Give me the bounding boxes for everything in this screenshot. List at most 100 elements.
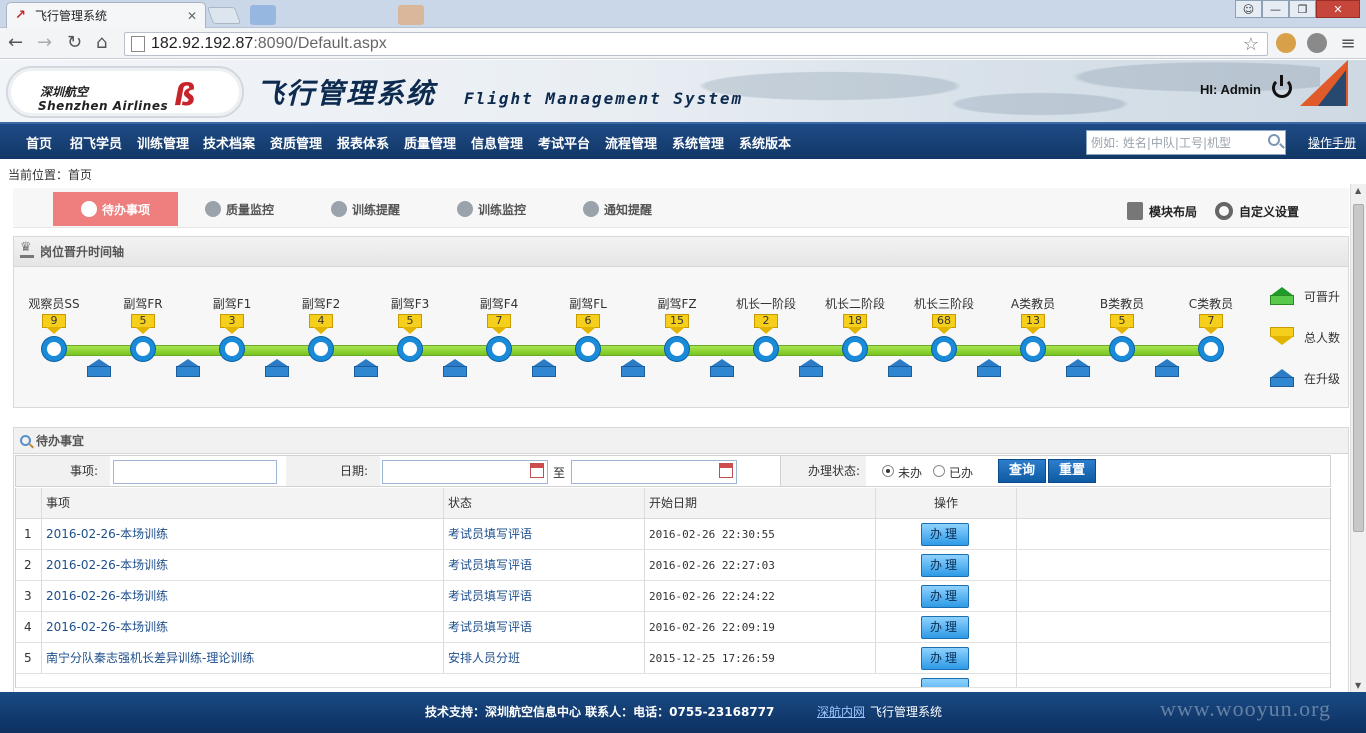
upgrading-marker[interactable] bbox=[86, 359, 111, 377]
upgrading-marker[interactable] bbox=[709, 359, 734, 377]
tab-close-icon[interactable]: ✕ bbox=[187, 9, 197, 23]
stage-count-badge[interactable]: 5 bbox=[1110, 314, 1134, 336]
stage-node[interactable] bbox=[576, 337, 600, 361]
stage-node[interactable] bbox=[1021, 337, 1045, 361]
tab-notice[interactable]: 通知提醒 bbox=[583, 192, 652, 226]
stage-node[interactable] bbox=[932, 337, 956, 361]
scroll-down-icon[interactable]: ▼ bbox=[1355, 681, 1361, 690]
footer-intranet-link[interactable]: 深航内网 bbox=[817, 703, 865, 720]
scroll-up-icon[interactable]: ▲ bbox=[1355, 186, 1361, 195]
tab-quality-monitor[interactable]: 质量监控 bbox=[205, 192, 274, 226]
tab-training-monitor[interactable]: 训练监控 bbox=[457, 192, 526, 226]
stage-count-badge[interactable]: 13 bbox=[1021, 314, 1045, 336]
forward-arrow-icon[interactable]: → bbox=[37, 32, 52, 54]
start-date-input[interactable] bbox=[382, 460, 548, 484]
module-layout-button[interactable]: 模块布局 bbox=[1127, 202, 1197, 220]
row-item[interactable]: 2016-02-26-本场训练 bbox=[42, 519, 444, 550]
stage-count-badge[interactable]: 6 bbox=[576, 314, 600, 336]
stage-count-badge[interactable]: 5 bbox=[398, 314, 422, 336]
home-icon[interactable]: ⌂ bbox=[96, 32, 107, 54]
nav-information[interactable]: 信息管理 bbox=[471, 133, 523, 152]
handle-button[interactable]: 办理 bbox=[921, 585, 969, 608]
search-icon[interactable] bbox=[1268, 134, 1280, 146]
scroll-thumb[interactable] bbox=[1353, 204, 1364, 532]
stage-node[interactable] bbox=[1110, 337, 1134, 361]
stage-count-badge[interactable]: 7 bbox=[487, 314, 511, 336]
stage-node[interactable] bbox=[1199, 337, 1223, 361]
nav-reports[interactable]: 报表体系 bbox=[337, 133, 389, 152]
stage-node[interactable] bbox=[754, 337, 778, 361]
upgrading-marker[interactable] bbox=[442, 359, 467, 377]
page-scrollbar[interactable]: ▲ ▼ bbox=[1350, 184, 1366, 692]
upgrading-marker[interactable] bbox=[887, 359, 912, 377]
background-tab-icon[interactable] bbox=[250, 5, 276, 25]
handle-button[interactable]: 办理 bbox=[921, 523, 969, 546]
table-row[interactable]: 4 2016-02-26-本场训练 考试员填写评语 2016-02-26 22:09:… bbox=[16, 612, 1330, 643]
stage-count-badge[interactable]: 2 bbox=[754, 314, 778, 336]
extension-icon[interactable] bbox=[1307, 33, 1327, 53]
upgrading-marker[interactable] bbox=[1154, 359, 1179, 377]
tab-todo[interactable]: 待办事项 bbox=[53, 192, 178, 226]
calendar-icon[interactable] bbox=[530, 463, 544, 478]
nav-workflow[interactable]: 流程管理 bbox=[605, 133, 657, 152]
manual-link[interactable]: 操作手册 bbox=[1308, 134, 1356, 151]
upgrading-marker[interactable] bbox=[620, 359, 645, 377]
stage-count-badge[interactable]: 68 bbox=[932, 314, 956, 336]
nav-training[interactable]: 训练管理 bbox=[137, 133, 189, 152]
upgrading-marker[interactable] bbox=[1065, 359, 1090, 377]
background-tab-icon[interactable] bbox=[398, 5, 424, 25]
stage-node[interactable] bbox=[42, 337, 66, 361]
nav-home[interactable]: 首页 bbox=[26, 133, 52, 152]
stage-count-badge[interactable]: 15 bbox=[665, 314, 689, 336]
stage-count-badge[interactable]: 5 bbox=[131, 314, 155, 336]
handle-button[interactable]: 办理 bbox=[921, 554, 969, 577]
nav-tech-records[interactable]: 技术档案 bbox=[203, 133, 255, 152]
stage-count-badge[interactable]: 3 bbox=[220, 314, 244, 336]
row-item[interactable]: 2016-02-26-本场训练 bbox=[42, 612, 444, 643]
table-row[interactable]: 5 南宁分队秦志强机长差异训练-理论训练 安排人员分班 2015-12-25 17:2… bbox=[16, 643, 1330, 674]
stage-node[interactable] bbox=[487, 337, 511, 361]
upgrading-marker[interactable] bbox=[798, 359, 823, 377]
upgrading-marker[interactable] bbox=[976, 359, 1001, 377]
user-icon[interactable]: ☺ bbox=[1235, 0, 1262, 18]
handle-button[interactable] bbox=[921, 678, 969, 687]
end-date-input[interactable] bbox=[571, 460, 737, 484]
minimize-button[interactable]: — bbox=[1262, 0, 1289, 18]
menu-icon[interactable]: ≡ bbox=[1338, 33, 1358, 54]
reload-icon[interactable]: ↻ bbox=[67, 32, 82, 54]
pending-radio[interactable] bbox=[882, 465, 894, 477]
nav-version[interactable]: 系统版本 bbox=[739, 133, 791, 152]
stage-node[interactable] bbox=[665, 337, 689, 361]
stage-count-badge[interactable]: 18 bbox=[843, 314, 867, 336]
close-window-button[interactable]: ✕ bbox=[1316, 0, 1360, 18]
query-button[interactable]: 查询 bbox=[998, 459, 1046, 483]
logout-power-icon[interactable] bbox=[1272, 75, 1292, 98]
nav-recruit-trainees[interactable]: 招飞学员 bbox=[70, 133, 122, 152]
table-row[interactable]: 3 2016-02-26-本场训练 考试员填写评语 2016-02-26 22:24:… bbox=[16, 581, 1330, 612]
browser-tab[interactable]: ↗ 飞行管理系统 ✕ bbox=[6, 2, 206, 28]
address-bar[interactable]: 182.92.192.87:8090/Default.aspx ☆ bbox=[124, 32, 1268, 56]
upgrading-marker[interactable] bbox=[264, 359, 289, 377]
row-item[interactable]: 南宁分队秦志强机长差异训练-理论训练 bbox=[42, 643, 444, 674]
table-row[interactable]: 1 2016-02-26-本场训练 考试员填写评语 2016-02-26 22:30:… bbox=[16, 519, 1330, 550]
calendar-icon[interactable] bbox=[719, 463, 733, 478]
nav-quality[interactable]: 质量管理 bbox=[404, 133, 456, 152]
reset-button[interactable]: 重置 bbox=[1048, 459, 1096, 483]
nav-system[interactable]: 系统管理 bbox=[672, 133, 724, 152]
stage-node[interactable] bbox=[220, 337, 244, 361]
nav-exam[interactable]: 考试平台 bbox=[538, 133, 590, 152]
stage-node[interactable] bbox=[398, 337, 422, 361]
custom-settings-button[interactable]: 自定义设置 bbox=[1215, 202, 1299, 220]
upgrading-marker[interactable] bbox=[175, 359, 200, 377]
stage-node[interactable] bbox=[843, 337, 867, 361]
cookie-extension-icon[interactable] bbox=[1276, 33, 1296, 53]
maximize-button[interactable]: ❐ bbox=[1289, 0, 1316, 18]
item-input[interactable] bbox=[113, 460, 277, 484]
handle-button[interactable]: 办理 bbox=[921, 647, 969, 670]
upgrading-marker[interactable] bbox=[531, 359, 556, 377]
back-arrow-icon[interactable]: ← bbox=[8, 32, 23, 54]
new-tab-button[interactable] bbox=[206, 7, 242, 24]
bookmark-star-icon[interactable]: ☆ bbox=[1243, 34, 1259, 55]
stage-count-badge[interactable]: 9 bbox=[42, 314, 66, 336]
stage-count-badge[interactable]: 4 bbox=[309, 314, 333, 336]
